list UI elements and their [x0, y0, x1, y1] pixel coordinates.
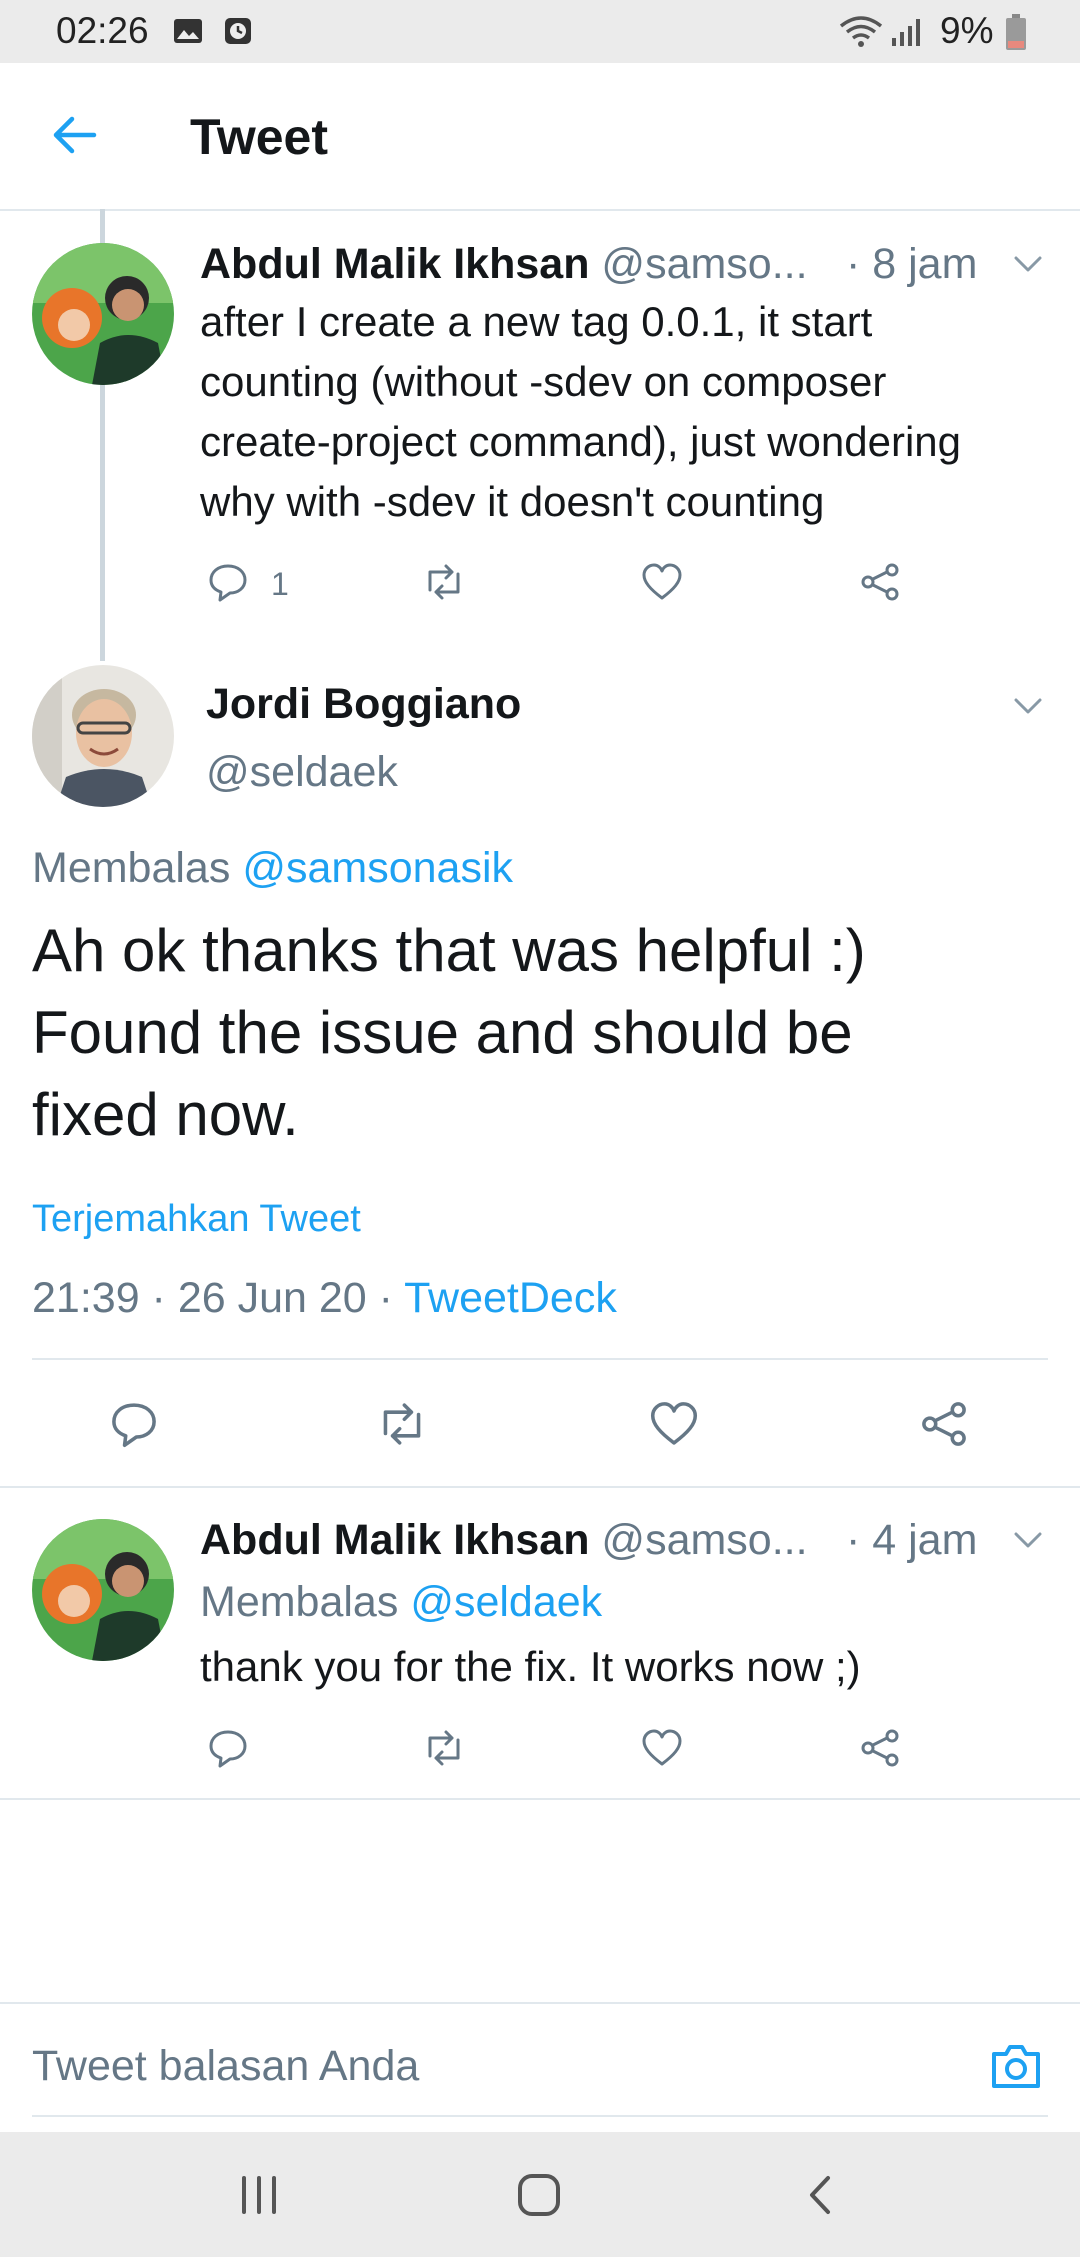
camera-icon[interactable] — [988, 2038, 1044, 2094]
back-arrow-icon[interactable] — [50, 111, 98, 159]
author-handle: @samso... — [601, 240, 808, 288]
reply-icon[interactable] — [206, 1726, 250, 1770]
author-name[interactable]: Abdul Malik Ikhsan @samso... — [200, 240, 808, 289]
tweet-text: Ah ok thanks that was helpful :) Found t… — [32, 917, 866, 1148]
battery-percent: 9% — [940, 10, 994, 51]
reply-icon[interactable] — [108, 1398, 160, 1450]
avatar-image — [32, 1519, 174, 1661]
divider — [0, 1486, 1080, 1488]
avatar[interactable] — [32, 243, 174, 385]
gallery-icon — [174, 19, 202, 43]
retweet-icon[interactable] — [422, 1726, 466, 1770]
chevron-down-icon[interactable] — [1010, 688, 1046, 724]
replying-to: Membalas @seldaek — [200, 1578, 603, 1626]
like-icon[interactable] — [640, 560, 684, 604]
divider — [32, 2115, 1048, 2117]
wifi-icon — [839, 16, 883, 47]
share-icon[interactable] — [858, 1726, 902, 1770]
reply-mention-link[interactable]: @samsonasik — [242, 844, 513, 892]
like-icon[interactable] — [648, 1398, 700, 1450]
reply-input[interactable]: Tweet balasan Anda — [32, 2042, 419, 2091]
app-header — [0, 63, 1080, 211]
share-icon[interactable] — [858, 560, 902, 604]
retweet-icon[interactable] — [376, 1398, 428, 1450]
reply-mention-link[interactable]: @seldaek — [410, 1578, 602, 1626]
tweet-time: · 4 jam — [846, 1516, 978, 1564]
replying-to: Membalas @samsonasik — [32, 844, 513, 892]
avatar[interactable] — [32, 665, 174, 807]
home-icon[interactable] — [514, 2172, 564, 2218]
author-handle: @samso... — [601, 1516, 808, 1564]
retweet-icon[interactable] — [422, 560, 466, 604]
back-nav-icon[interactable] — [798, 2172, 844, 2218]
divider — [0, 1798, 1080, 1800]
divider — [32, 1358, 1048, 1360]
avatar-image — [32, 243, 174, 385]
author-name[interactable]: Abdul Malik Ikhsan @samso... — [200, 1516, 808, 1565]
tweet-timestamp: 21:39 · 26 Jun 20 · TweetDeck — [32, 1274, 617, 1322]
page-title: Tweet — [190, 109, 328, 165]
recent-apps-icon[interactable] — [236, 2172, 282, 2218]
battery-icon — [1006, 14, 1026, 50]
tweet-text: thank you for the fix. It works now ;) — [200, 1643, 861, 1690]
signal-icon — [892, 19, 920, 46]
chevron-down-icon[interactable] — [1010, 1522, 1046, 1558]
status-time: 02:26 — [56, 10, 149, 51]
avatar-image — [32, 665, 174, 807]
reply-icon[interactable] — [206, 560, 250, 604]
alarm-icon — [225, 18, 251, 44]
author-handle[interactable]: @seldaek — [206, 748, 398, 797]
like-icon[interactable] — [640, 1726, 684, 1770]
tweet-text: after I create a new tag 0.0.1, it start… — [200, 298, 962, 525]
reply-count: 1 — [271, 566, 289, 602]
author-name[interactable]: Jordi Boggiano — [206, 680, 521, 729]
share-icon[interactable] — [918, 1398, 970, 1450]
avatar[interactable] — [32, 1519, 174, 1661]
tweet-time: · 8 jam — [846, 240, 978, 288]
chevron-down-icon[interactable] — [1010, 246, 1046, 282]
client-link[interactable]: TweetDeck — [404, 1274, 617, 1322]
translate-tweet-link[interactable]: Terjemahkan Tweet — [32, 1198, 361, 1241]
